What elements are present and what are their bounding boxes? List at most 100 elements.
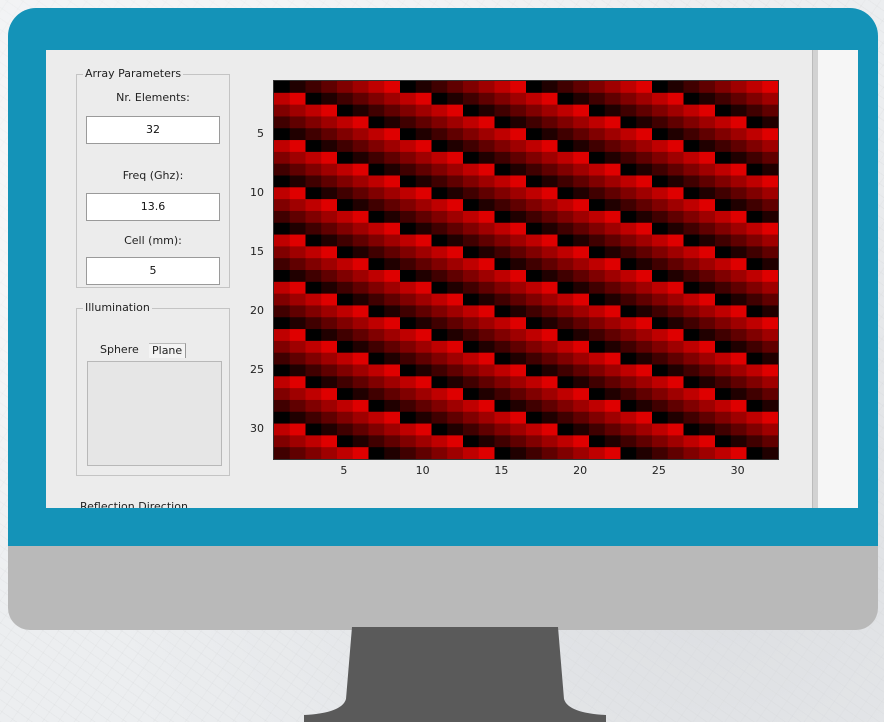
heatmap-cell — [746, 258, 763, 271]
heatmap-cell — [699, 246, 716, 259]
heatmap-cell — [589, 175, 606, 188]
heatmap-cell — [526, 352, 543, 365]
heatmap-cell — [321, 104, 338, 117]
heatmap-cell — [636, 352, 653, 365]
heatmap-cell — [337, 163, 354, 176]
heatmap-cell — [274, 340, 291, 354]
heatmap-cell — [321, 258, 338, 271]
heatmap-cell — [620, 104, 637, 117]
heatmap-cell — [620, 352, 637, 365]
heatmap-cell — [730, 81, 747, 94]
heatmap-cell — [699, 435, 716, 448]
heatmap-cell — [573, 92, 590, 106]
heatmap-cell — [352, 340, 369, 354]
heatmap-cell — [699, 411, 716, 424]
heatmap-cell — [541, 151, 558, 165]
heatmap-cell — [573, 364, 590, 377]
freq-input[interactable]: 13.6 — [86, 193, 220, 221]
heatmap-cell — [431, 210, 448, 224]
heatmap-cell — [683, 163, 700, 176]
heatmap-cell — [431, 258, 448, 271]
heatmap-cell — [730, 246, 747, 259]
heatmap-cell — [762, 258, 778, 271]
heatmap-cell — [305, 199, 322, 212]
heatmap-cell — [667, 376, 684, 389]
heatmap-cell — [652, 399, 669, 413]
heatmap-cell — [604, 81, 621, 94]
heatmap-cell — [589, 317, 606, 330]
heatmap-cell — [510, 116, 527, 129]
heatmap-cell — [589, 151, 606, 165]
heatmap-cell — [510, 187, 527, 200]
heatmap-cell — [352, 140, 369, 153]
heatmap-cell — [762, 199, 778, 212]
heatmap-cell — [321, 81, 338, 94]
heatmap-cell — [762, 92, 778, 106]
heatmap-cell — [699, 151, 716, 165]
heatmap-cell — [305, 435, 322, 448]
heatmap-cell — [384, 92, 401, 106]
cell-input[interactable]: 5 — [86, 257, 220, 285]
heatmap-cell — [620, 435, 637, 448]
heatmap-cell — [715, 234, 732, 247]
heatmap-cell — [305, 210, 322, 224]
heatmap-cell — [620, 210, 637, 224]
x-tick-label: 15 — [494, 464, 509, 477]
heatmap-cell — [368, 199, 385, 212]
heatmap-cell — [368, 364, 385, 377]
heatmap-cell — [368, 140, 385, 153]
heatmap-cell — [746, 128, 763, 141]
heatmap-cell — [274, 258, 291, 271]
heatmap-cell — [636, 140, 653, 153]
heatmap-cell — [730, 210, 747, 224]
heatmap-cell — [352, 92, 369, 106]
heatmap-cell — [274, 399, 291, 413]
heatmap-cell — [384, 210, 401, 224]
heatmap-cell — [337, 187, 354, 200]
heatmap-cell — [636, 388, 653, 401]
heatmap-cell — [478, 140, 495, 153]
heatmap-cell — [447, 340, 464, 354]
heatmap-cell — [589, 104, 606, 117]
heatmap-cell — [368, 329, 385, 342]
heatmap-cell — [683, 246, 700, 259]
heatmap-cell — [289, 329, 306, 342]
heatmap-cell — [667, 352, 684, 365]
heatmap-cell — [699, 258, 716, 271]
heatmap-cell — [352, 281, 369, 295]
heatmap-cell — [321, 423, 338, 436]
tab-plane[interactable]: Plane — [149, 343, 187, 358]
heatmap-cell — [337, 411, 354, 424]
heatmap-cell — [620, 305, 637, 318]
heatmap-cell — [352, 376, 369, 389]
heatmap-cell — [337, 376, 354, 389]
heatmap-cell — [274, 187, 291, 200]
heatmap-cell — [431, 399, 448, 413]
heatmap-cell — [289, 281, 306, 295]
heatmap-cell — [715, 246, 732, 259]
heatmap-cell — [636, 281, 653, 295]
heatmap-cell — [746, 435, 763, 448]
heatmap-cell — [478, 128, 495, 141]
heatmap-cell — [415, 246, 432, 259]
heatmap-cell — [762, 329, 778, 342]
nr-elements-input[interactable]: 32 — [86, 116, 220, 144]
heatmap-cell — [463, 234, 480, 247]
heatmap-cell — [573, 435, 590, 448]
heatmap-cell — [463, 352, 480, 365]
tab-sphere[interactable]: Sphere — [97, 343, 142, 357]
heatmap-cell — [589, 222, 606, 235]
heatmap-cell — [636, 128, 653, 141]
heatmap-cell — [289, 128, 306, 141]
heatmap-cell — [573, 293, 590, 306]
heatmap-cell — [289, 222, 306, 235]
heatmap-cell — [447, 92, 464, 106]
heatmap-cell — [400, 423, 417, 436]
heatmap-cell — [384, 151, 401, 165]
heatmap-cell — [636, 222, 653, 235]
heatmap-cell — [746, 270, 763, 283]
heatmap-cell — [683, 447, 700, 459]
heatmap-cell — [431, 317, 448, 330]
heatmap-cell — [494, 293, 511, 306]
heatmap-cell — [699, 81, 716, 94]
